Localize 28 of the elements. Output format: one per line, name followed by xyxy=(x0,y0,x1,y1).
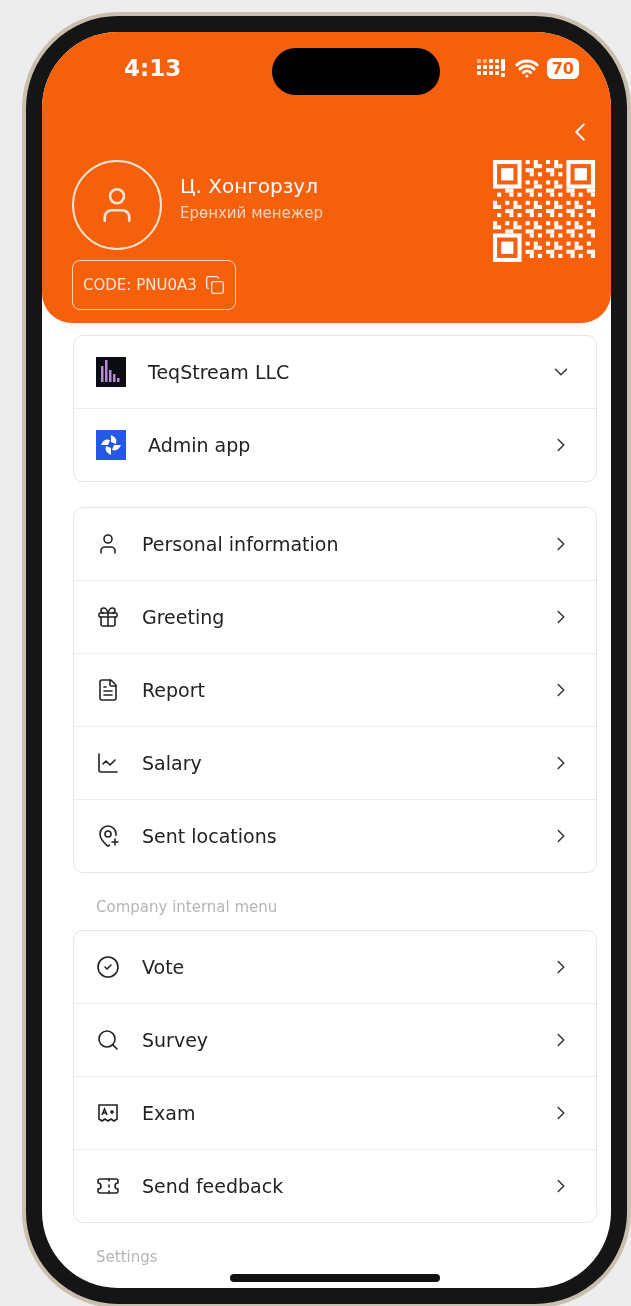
check-circle-icon xyxy=(96,955,120,979)
document-icon xyxy=(96,678,120,702)
menu-item[interactable]: Admin app xyxy=(74,408,596,481)
menu-item[interactable]: Greeting xyxy=(74,580,596,653)
gift-icon xyxy=(96,605,120,629)
copy-icon xyxy=(204,275,225,295)
menu-item[interactable]: Exam xyxy=(74,1076,596,1149)
search-icon xyxy=(96,1028,120,1052)
menu-item[interactable]: Report xyxy=(74,653,596,726)
app-logo-icon xyxy=(96,430,126,460)
map-pin-plus-icon xyxy=(96,824,120,848)
grade-sheet-icon xyxy=(96,1101,120,1125)
bar-chart-logo-icon xyxy=(96,357,126,387)
menu-item[interactable]: Sent locations xyxy=(74,799,596,872)
status-time: 4:13 xyxy=(124,55,182,81)
menu-item[interactable]: TeqStream LLC xyxy=(74,336,596,408)
menu-item[interactable]: Send feedback xyxy=(74,1149,596,1222)
section-title: Company internal menu xyxy=(96,898,279,916)
menu-item[interactable]: Salary xyxy=(74,726,596,799)
user-role: Ерөнхий менежер xyxy=(180,204,323,222)
battery-level: 70 xyxy=(546,57,579,79)
menu-item[interactable]: Personal information xyxy=(74,508,596,580)
section-title: Settings xyxy=(96,1248,159,1266)
menu-item[interactable]: Vote xyxy=(74,931,596,1003)
menu-item[interactable]: Survey xyxy=(74,1003,596,1076)
signal-icon xyxy=(476,59,507,77)
line-chart-icon xyxy=(96,751,120,775)
user-name: Ц. Хонгорзул xyxy=(180,174,319,198)
